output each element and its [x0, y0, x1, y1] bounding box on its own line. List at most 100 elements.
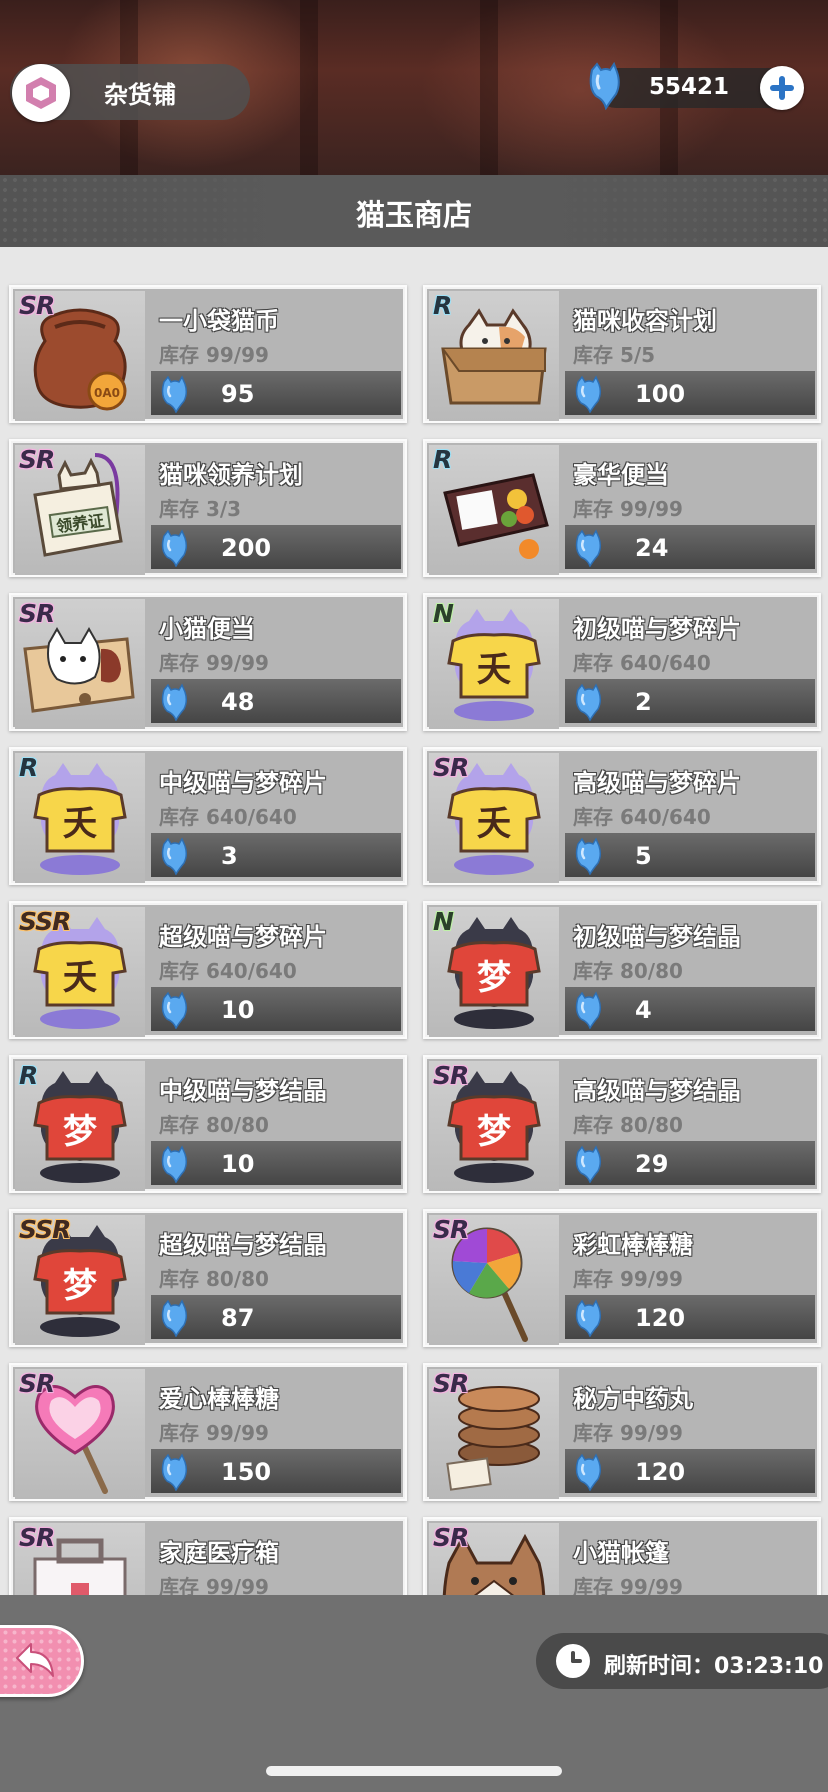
rarity-badge: SR [433, 1061, 469, 1090]
card-body: 梦 SSR 超级喵与梦结晶 库存 80/80 87 [13, 1213, 403, 1345]
item-price: 10 [221, 1150, 255, 1178]
buy-price-button[interactable]: 10 [151, 1141, 401, 1185]
item-name: 秘方中药丸 [573, 1385, 693, 1413]
buy-price-button[interactable]: 120 [565, 1295, 815, 1339]
card-body: 夭 N 初级喵与梦碎片 库存 640/640 2 [427, 597, 817, 729]
card-body: 领养证 SR 猫咪领养计划 库存 3/3 200 [13, 443, 403, 575]
home-indicator[interactable] [266, 1766, 562, 1776]
buy-price-button[interactable]: 48 [151, 679, 401, 723]
shop-item-card[interactable]: SR 爱心棒棒糖库存 99/99 150 [9, 1363, 407, 1501]
shop-item-card[interactable]: SR 小猫帐篷 库存 99/99 [423, 1517, 821, 1595]
shop-item-card[interactable]: SR 秘方中药丸 库存 99/99 120 [423, 1363, 821, 1501]
item-stock: 库存 80/80 [573, 959, 683, 983]
yellow-cat-shirt-icon: 夭 SR [429, 753, 559, 883]
buy-price-button[interactable]: 29 [565, 1141, 815, 1185]
add-currency-button[interactable] [760, 66, 804, 110]
item-stock: 库存 3/3 [159, 497, 242, 521]
shop-item-card[interactable]: 夭 N 初级喵与梦碎片 库存 640/640 2 [423, 593, 821, 731]
item-name: 猫咪领养计划 [159, 461, 303, 489]
item-price: 5 [635, 842, 652, 870]
yellow-cat-shirt-icon: 夭 SSR [15, 907, 145, 1037]
item-stock: 库存 640/640 [159, 805, 297, 829]
title-bar: 猫玉商店 [0, 175, 828, 247]
rarity-badge: SR [19, 1369, 55, 1398]
item-price: 150 [221, 1458, 272, 1486]
shop-item-card[interactable]: 0A0 SR 一小袋猫币 库存 99/99 95 [9, 285, 407, 423]
item-price: 100 [635, 380, 686, 408]
buy-price-button[interactable]: 24 [565, 525, 815, 569]
rarity-badge: SR [19, 291, 55, 320]
card-body: 梦 N 初级喵与梦结晶 库存 80/80 4 [427, 905, 817, 1037]
card-body: SR 彩虹棒棒糖 库存 99/99 120 [427, 1213, 817, 1345]
item-price: 24 [635, 534, 669, 562]
banner-pillar [480, 0, 498, 175]
buy-price-button[interactable]: 2 [565, 679, 815, 723]
cat-gem-currency-icon [575, 375, 602, 413]
item-stock: 库存 99/99 [159, 1421, 269, 1445]
bottom-bar [0, 1595, 828, 1792]
item-price: 10 [221, 996, 255, 1024]
shop-item-card[interactable]: SR 小猫便当 库存 99/99 48 [9, 593, 407, 731]
card-body: 0A0 SR 一小袋猫币 库存 99/99 95 [13, 289, 403, 421]
rarity-badge: R [433, 291, 452, 320]
cat-gem-currency-icon [161, 837, 188, 875]
shop-item-card[interactable]: SR 家庭医疗箱 库存 99/99 [9, 1517, 407, 1595]
shop-item-card[interactable]: 夭 SR 高级喵与梦碎片 库存 640/640 5 [423, 747, 821, 885]
card-body: SR 小猫帐篷 库存 99/99 [427, 1521, 817, 1595]
buy-price-button[interactable]: 150 [151, 1449, 401, 1493]
cat-gem-currency-icon [575, 1145, 602, 1183]
buy-price-button[interactable]: 200 [151, 525, 401, 569]
cat-gem-currency-icon [161, 375, 188, 413]
buy-price-button[interactable]: 5 [565, 833, 815, 877]
buy-price-button[interactable]: 95 [151, 371, 401, 415]
item-price: 2 [635, 688, 652, 716]
svg-text:梦: 梦 [477, 1112, 511, 1152]
rarity-badge: N [433, 599, 454, 628]
rarity-badge: SSR [19, 907, 71, 936]
shop-item-card[interactable]: R 豪华便当 库存 99/99 24 [423, 439, 821, 577]
shop-item-card[interactable]: 梦 SSR 超级喵与梦结晶 库存 80/80 87 [9, 1209, 407, 1347]
clock-icon [556, 1644, 590, 1678]
buy-price-button[interactable]: 120 [565, 1449, 815, 1493]
item-stock: 库存 99/99 [573, 497, 683, 521]
item-stock: 库存 5/5 [573, 343, 656, 367]
coin-bag-icon: 0A0 SR [15, 291, 145, 421]
shop-item-card[interactable]: 梦 SR 高级喵与梦结晶 库存 80/80 29 [423, 1055, 821, 1193]
shop-item-card[interactable]: 领养证 SR 猫咪领养计划 库存 3/3 200 [9, 439, 407, 577]
buy-price-button[interactable]: 10 [151, 987, 401, 1031]
card-body: 梦 SR 高级喵与梦结晶 库存 80/80 29 [427, 1059, 817, 1191]
shop-hexagon-icon [12, 64, 70, 122]
buy-price-button[interactable]: 100 [565, 371, 815, 415]
rarity-badge: SR [433, 1215, 469, 1244]
item-name: 初级喵与梦结晶 [573, 923, 741, 951]
buy-price-button[interactable]: 87 [151, 1295, 401, 1339]
buy-price-button[interactable]: 4 [565, 987, 815, 1031]
item-stock: 库存 99/99 [159, 343, 269, 367]
shop-item-card[interactable]: R 猫咪收容计划库存 5/5 100 [423, 285, 821, 423]
buy-price-button[interactable]: 3 [151, 833, 401, 877]
rarity-badge: SR [19, 445, 55, 474]
refresh-time-label: 刷新时间：03:23:10 [604, 1654, 824, 1679]
cat-tent-icon: SR [429, 1523, 559, 1595]
shop-item-card[interactable]: 梦 R 中级喵与梦结晶 库存 80/80 10 [9, 1055, 407, 1193]
item-name: 猫咪收容计划 [573, 307, 717, 335]
cat-gem-currency-icon [161, 1145, 188, 1183]
medical-kit-icon: SR [15, 1523, 145, 1595]
item-stock: 库存 640/640 [159, 959, 297, 983]
item-name: 爱心棒棒糖 [159, 1385, 279, 1413]
shop-item-card[interactable]: SR 彩虹棒棒糖 库存 99/99 120 [423, 1209, 821, 1347]
item-stock: 库存 99/99 [573, 1421, 683, 1445]
shop-item-card[interactable]: 夭 SSR 超级喵与梦碎片 库存 640/640 10 [9, 901, 407, 1039]
cat-gem-currency-icon [589, 62, 620, 110]
shop-item-card[interactable]: 梦 N 初级喵与梦结晶 库存 80/80 4 [423, 901, 821, 1039]
item-name: 小猫便当 [159, 615, 255, 643]
shop-item-list[interactable]: 0A0 SR 一小袋猫币 库存 99/99 95 R 猫咪收容计划 库存 5/5 100 领养证 S… [0, 247, 828, 1595]
shop-item-card[interactable]: 夭 R 中级喵与梦碎片 库存 640/640 3 [9, 747, 407, 885]
cat-gem-currency-icon [161, 683, 188, 721]
item-price: 29 [635, 1150, 669, 1178]
rarity-badge: R [19, 1061, 38, 1090]
back-button[interactable] [0, 1625, 84, 1697]
cat-gem-currency-icon [575, 1299, 602, 1337]
svg-text:梦: 梦 [477, 958, 511, 998]
card-body: R 豪华便当 库存 99/99 24 [427, 443, 817, 575]
